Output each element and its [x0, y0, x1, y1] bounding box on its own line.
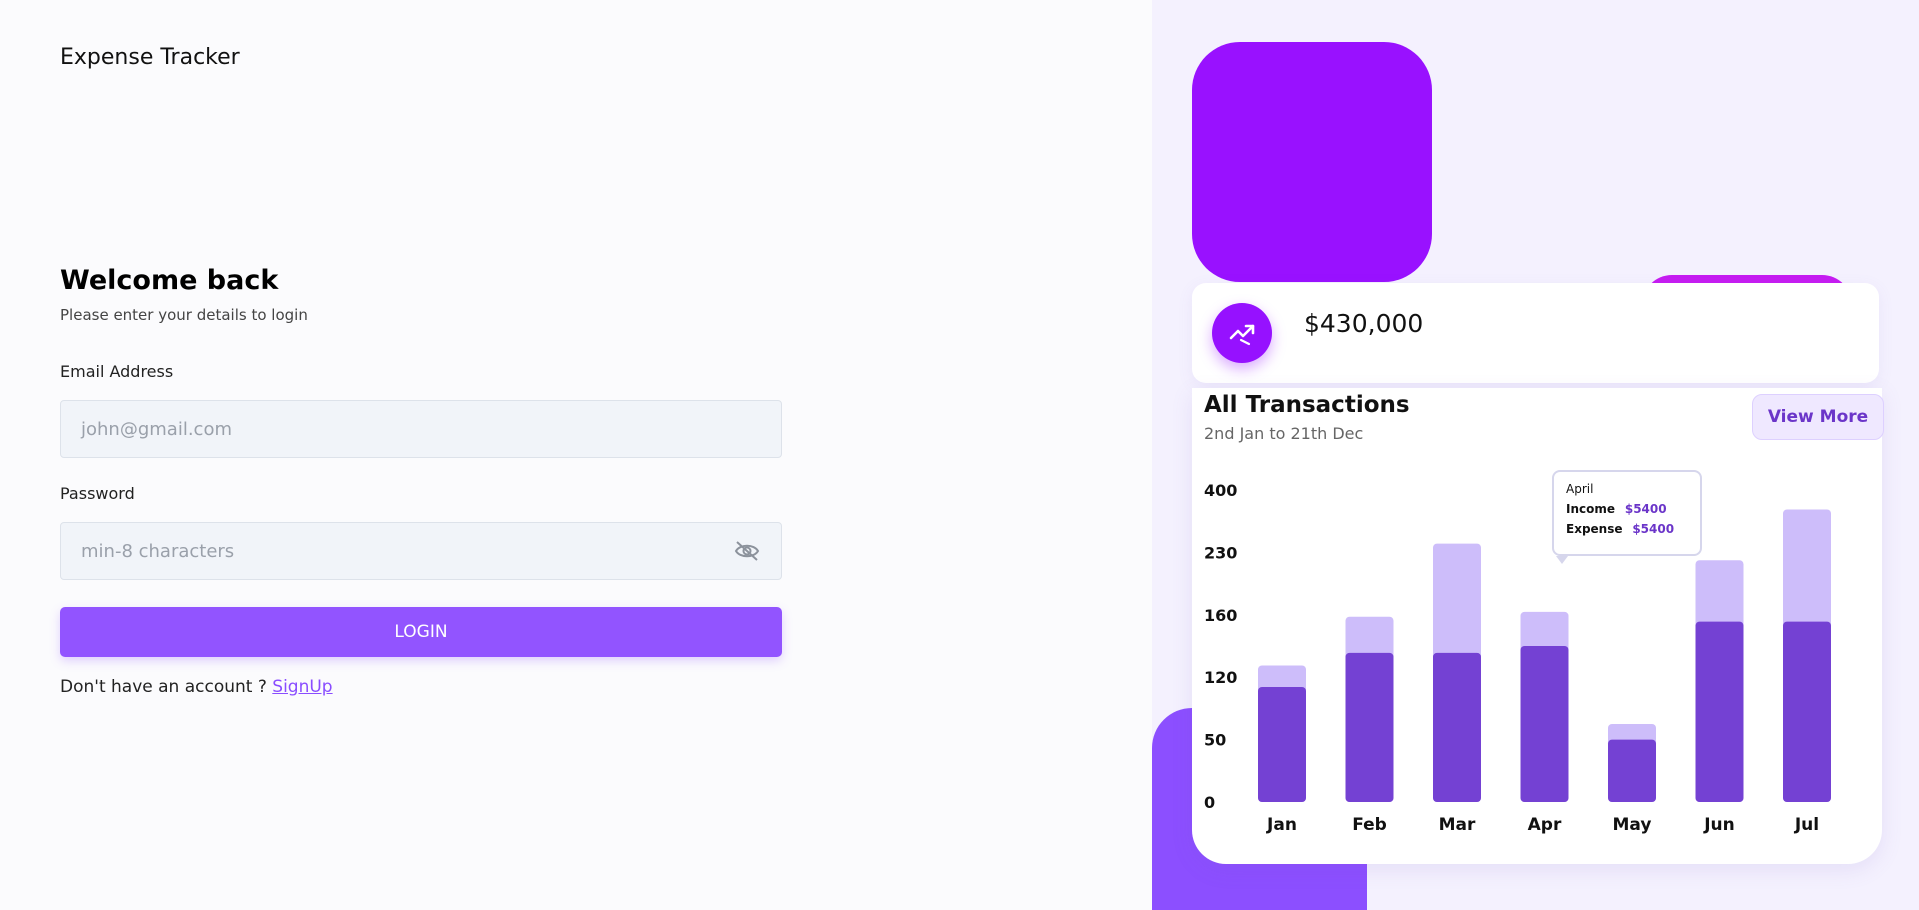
- x-tick-label: Jul: [1794, 815, 1819, 835]
- stat-card: $430,000: [1192, 283, 1879, 383]
- bar-dark[interactable]: [1520, 646, 1569, 802]
- page-title: Welcome back: [60, 265, 279, 296]
- decor-square-top: [1192, 42, 1432, 282]
- illustration-panel: $430,000 All Transactions 2nd Jan to 21t…: [1152, 0, 1919, 910]
- bar-dark[interactable]: [1258, 686, 1306, 802]
- y-tick-label: 50: [1204, 731, 1226, 750]
- x-tick-label: Feb: [1352, 815, 1387, 835]
- tooltip-expense-label: Expense: [1566, 522, 1623, 536]
- transactions-card: All Transactions 2nd Jan to 21th Dec Vie…: [1192, 388, 1884, 864]
- password-field[interactable]: min-8 characters: [60, 522, 782, 580]
- stat-value: $430,000: [1304, 309, 1424, 338]
- eye-off-icon[interactable]: [733, 537, 761, 565]
- x-tick-label: Jan: [1266, 815, 1297, 835]
- bar-dark[interactable]: [1608, 739, 1656, 802]
- x-tick-label: Mar: [1439, 815, 1476, 835]
- signup-link[interactable]: SignUp: [272, 677, 332, 697]
- x-tick-label: Jun: [1703, 815, 1735, 835]
- y-tick-label: 160: [1204, 606, 1237, 625]
- email-placeholder: john@gmail.com: [81, 418, 232, 440]
- y-tick-label: 400: [1204, 481, 1237, 500]
- y-tick-label: 0: [1204, 793, 1215, 812]
- brand-title: Expense Tracker: [60, 45, 240, 70]
- tooltip-income-value: $5400: [1624, 502, 1667, 516]
- bar-dark[interactable]: [1783, 621, 1831, 802]
- tooltip-income-label: Income: [1566, 502, 1616, 516]
- x-tick-label: May: [1613, 815, 1652, 835]
- email-field[interactable]: john@gmail.com: [60, 400, 782, 458]
- trending-up-icon: [1212, 303, 1272, 363]
- email-label: Email Address: [60, 362, 174, 381]
- page-subtitle: Please enter your details to login: [60, 306, 308, 324]
- tooltip-tail: [1556, 556, 1568, 564]
- password-placeholder: min-8 characters: [81, 540, 235, 562]
- y-tick-label: 230: [1204, 543, 1237, 562]
- tooltip-expense-value: $5400: [1632, 522, 1675, 536]
- bar-dark[interactable]: [1345, 652, 1394, 802]
- transactions-chart: 400 230 160 120 50 0 Jan Feb Mar Apr May Jun Jul: [1204, 481, 1831, 835]
- signup-prompt: Don't have an account ?: [60, 677, 273, 697]
- login-panel: Expense Tracker Welcome back Please ente…: [0, 0, 1152, 910]
- login-button[interactable]: LOGIN: [60, 607, 782, 657]
- signup-row: Don't have an account ? SignUp: [60, 677, 333, 697]
- x-tick-label: Apr: [1528, 815, 1562, 835]
- tooltip-month: April: [1566, 482, 1594, 496]
- bar-dark[interactable]: [1695, 621, 1744, 802]
- bar-dark[interactable]: [1433, 652, 1481, 802]
- password-label: Password: [60, 484, 135, 503]
- y-tick-label: 120: [1204, 668, 1237, 687]
- chart-tooltip: April Income $5400 Expense $5400: [1552, 470, 1702, 556]
